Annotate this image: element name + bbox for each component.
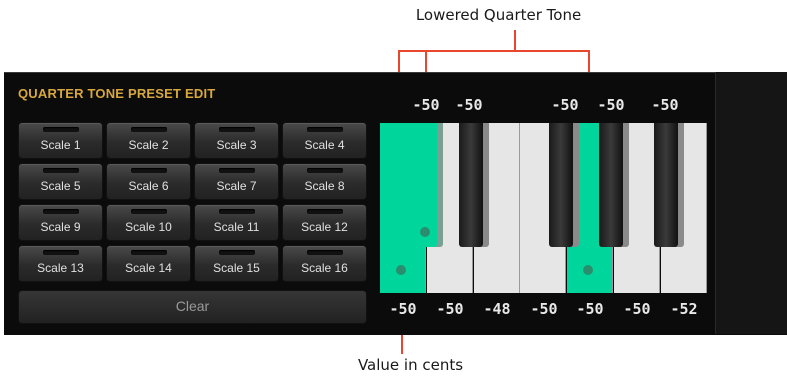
scale-led-indicator (307, 250, 343, 255)
scale-button-label: Scale 4 (304, 138, 345, 152)
scale-button-label: Scale 12 (301, 220, 348, 234)
key-dot (583, 265, 593, 275)
scale-button[interactable]: Scale 3 (194, 122, 279, 159)
scale-button[interactable]: Scale 11 (194, 204, 279, 241)
scale-led-indicator (43, 250, 79, 255)
top-cents-value: -50 (412, 96, 440, 114)
bottom-cents-value: -50 (623, 300, 651, 318)
scale-led-indicator (307, 168, 343, 173)
bottom-cents-value: -50 (530, 300, 558, 318)
scale-button-label: Scale 9 (40, 220, 81, 234)
scale-button-label: Scale 1 (40, 138, 81, 152)
scale-led-indicator (219, 250, 255, 255)
scale-led-indicator (43, 127, 79, 132)
key-dot (420, 227, 430, 237)
scale-led-indicator (307, 209, 343, 214)
black-key-f-sharp[interactable] (549, 123, 573, 247)
scale-button-label: Scale 16 (301, 261, 348, 275)
scale-button-label: Scale 10 (125, 220, 172, 234)
top-cents-value: -50 (455, 96, 483, 114)
black-key-d-sharp[interactable] (459, 123, 483, 247)
keyboard (380, 123, 707, 293)
scale-button[interactable]: Scale 12 (282, 204, 367, 241)
scale-button[interactable]: Scale 16 (282, 245, 367, 282)
bottom-cents-value: -52 (670, 300, 698, 318)
scale-button-label: Scale 5 (40, 179, 81, 193)
scale-button-label: Scale 11 (213, 220, 260, 234)
black-key-a-sharp[interactable] (654, 123, 678, 247)
scale-led-indicator (131, 209, 167, 214)
panel-title: QUARTER TONE PRESET EDIT (18, 86, 216, 101)
scale-led-indicator (219, 127, 255, 132)
clear-button[interactable]: Clear (18, 290, 367, 324)
scale-button-label: Scale 2 (128, 138, 169, 152)
scale-button[interactable]: Scale 15 (194, 245, 279, 282)
scale-button[interactable]: Scale 5 (18, 163, 103, 200)
lowered-quarter-tone-callout: Lowered Quarter Tone (415, 6, 582, 24)
scale-led-indicator (43, 209, 79, 214)
scale-led-indicator (219, 209, 255, 214)
scale-button[interactable]: Scale 6 (106, 163, 191, 200)
bottom-cents-value: -48 (483, 300, 511, 318)
top-cents-value: -50 (651, 96, 679, 114)
bottom-cents-value: -50 (389, 300, 417, 318)
scale-led-indicator (43, 168, 79, 173)
scale-button[interactable]: Scale 13 (18, 245, 103, 282)
scale-button[interactable]: Scale 8 (282, 163, 367, 200)
side-panel (715, 72, 787, 334)
scale-button[interactable]: Scale 14 (106, 245, 191, 282)
scale-button-label: Scale 3 (216, 138, 257, 152)
top-cents-value: -50 (597, 96, 625, 114)
scale-button[interactable]: Scale 9 (18, 204, 103, 241)
scale-button[interactable]: Scale 7 (194, 163, 279, 200)
scale-button[interactable]: Scale 1 (18, 122, 103, 159)
bottom-cents-value: -50 (436, 300, 464, 318)
scale-button-label: Scale 15 (213, 261, 260, 275)
scale-button-label: Scale 14 (125, 261, 172, 275)
scale-led-indicator (131, 127, 167, 132)
scale-led-indicator (307, 127, 343, 132)
scale-button-label: Scale 13 (37, 261, 84, 275)
black-key-c-sharp[interactable] (413, 123, 437, 247)
callout-line (514, 30, 516, 50)
scale-button[interactable]: Scale 4 (282, 122, 367, 159)
scale-button[interactable]: Scale 10 (106, 204, 191, 241)
scale-button-label: Scale 7 (216, 179, 257, 193)
scale-button[interactable]: Scale 2 (106, 122, 191, 159)
scale-led-indicator (131, 168, 167, 173)
top-cents-value: -50 (551, 96, 579, 114)
scale-button-label: Scale 6 (128, 179, 169, 193)
scale-led-indicator (219, 168, 255, 173)
bottom-cents-value: -50 (576, 300, 604, 318)
black-key-g-sharp[interactable] (599, 123, 623, 247)
key-dot (396, 265, 406, 275)
scale-led-indicator (131, 250, 167, 255)
value-in-cents-callout: Value in cents (357, 356, 464, 374)
scale-button-label: Scale 8 (304, 179, 345, 193)
